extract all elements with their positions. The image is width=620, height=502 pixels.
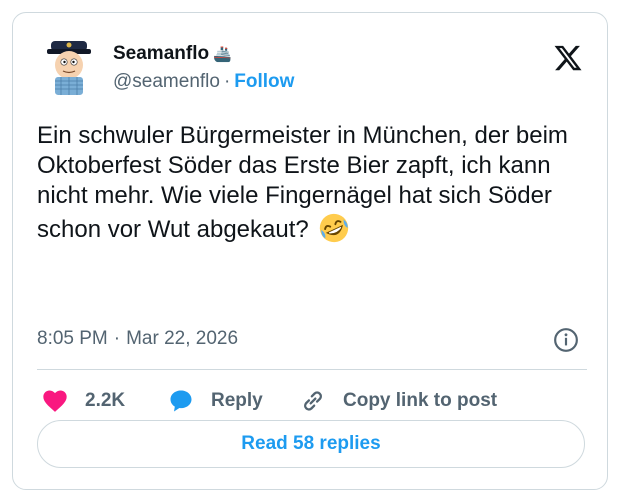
author-handle[interactable]: @seamenflo [113, 71, 220, 92]
rolling-on-floor-laughing-emoji [317, 211, 351, 245]
embedded-post-card: Seamanflo 🚢 @seamenflo · Follow Ein schwule… [12, 12, 608, 490]
post-timestamp[interactable]: 8:05 PM · Mar 22, 2026 [37, 328, 238, 350]
heart-icon [43, 390, 67, 412]
post-text: Ein schwuler Bürgermeister in München, d… [37, 121, 593, 245]
x-logo-icon[interactable] [553, 43, 583, 73]
post-date: Mar 22, 2026 [126, 328, 239, 349]
info-icon[interactable] [553, 327, 579, 353]
link-icon [304, 391, 322, 411]
copy-link-label: Copy link to post [343, 390, 498, 411]
read-replies-label: Read 58 replies [241, 433, 381, 454]
like-count: 2.2K [85, 390, 126, 411]
like-button[interactable]: 2.2K [41, 379, 125, 423]
read-replies-button[interactable]: Read 58 replies [37, 420, 585, 468]
reply-label: Reply [211, 390, 263, 411]
post-actions: 2.2K Reply Copy link to post [37, 379, 587, 423]
post-time: 8:05 PM [37, 328, 108, 349]
post-body: Ein schwuler Bürgermeister in München, d… [37, 122, 568, 243]
timestamp-separator: · [113, 328, 121, 349]
copy-link-button[interactable]: Copy link to post [299, 379, 497, 423]
follow-button[interactable]: Follow [234, 71, 294, 92]
avatar[interactable] [37, 33, 101, 97]
author-badge: 🚢 [213, 46, 232, 63]
author-name-line[interactable]: Seamanflo 🚢 [113, 43, 232, 65]
post-header: Seamanflo 🚢 @seamenflo · Follow [37, 33, 587, 113]
author-name[interactable]: Seamanflo [113, 43, 209, 64]
divider [37, 369, 587, 370]
reply-button[interactable]: Reply [167, 379, 263, 423]
author-handle-line: @seamenflo · Follow [113, 71, 294, 93]
reply-bubble-icon [170, 390, 192, 412]
handle-separator: · [223, 71, 231, 92]
